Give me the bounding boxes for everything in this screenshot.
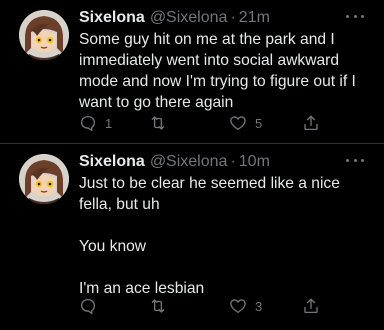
timestamp[interactable]: 10m — [239, 153, 270, 171]
reply-icon — [80, 298, 96, 315]
author-handle[interactable]: @Sixelona — [150, 153, 228, 171]
share-button[interactable] — [302, 296, 320, 316]
timestamp[interactable]: 21m — [239, 9, 270, 27]
separator-dot: · — [230, 9, 236, 26]
tweet-line-blank — [79, 257, 374, 278]
more-options-icon[interactable] — [346, 11, 364, 21]
separator-dot: · — [230, 153, 236, 170]
reply-count: 1 — [105, 115, 113, 131]
retweet-button[interactable] — [148, 296, 176, 316]
like-button[interactable]: 3 — [229, 296, 262, 316]
tweet-text: Some guy hit on me at the park and I imm… — [79, 29, 374, 113]
tweet-line-blank — [79, 215, 374, 236]
tweet-actions: 1 5 — [79, 113, 329, 133]
tweet-header: Sixelona @Sixelona · 10m — [79, 151, 270, 173]
like-count: 3 — [255, 298, 263, 314]
share-icon — [304, 115, 318, 131]
retweet-icon — [151, 116, 165, 130]
tweet-line: You know — [79, 238, 147, 255]
tweet-actions: 3 — [79, 296, 329, 316]
avatar[interactable] — [19, 10, 69, 60]
tweet-line: Just to be clear he seemed like a nice — [79, 175, 340, 192]
tweet-line: Some guy hit on me at the park and I — [79, 31, 335, 48]
tweet[interactable]: Sixelona @Sixelona · 10m Just to be clea… — [0, 144, 384, 330]
retweet-icon — [151, 299, 165, 313]
reply-button[interactable]: 1 — [79, 113, 112, 133]
reply-icon — [80, 115, 96, 132]
tweet[interactable]: Sixelona @Sixelona · 21m Some guy hit on… — [0, 0, 384, 144]
avatar[interactable] — [19, 154, 69, 204]
more-options-icon[interactable] — [346, 155, 364, 165]
tweet-line: want to go there again — [79, 94, 234, 111]
tweet-line: immediately went into social awkward — [79, 52, 339, 69]
author-handle[interactable]: @Sixelona — [150, 9, 228, 27]
share-button[interactable] — [302, 113, 320, 133]
reply-button[interactable] — [79, 296, 105, 316]
tweet-text: Just to be clear he seemed like a nice f… — [79, 173, 374, 299]
heart-icon — [230, 116, 246, 131]
share-icon — [304, 298, 318, 314]
author-name[interactable]: Sixelona — [79, 9, 145, 27]
retweet-button[interactable] — [148, 113, 176, 133]
like-button[interactable]: 5 — [229, 113, 262, 133]
heart-icon — [230, 299, 246, 314]
tweet-line: fella, but uh — [79, 196, 160, 213]
tweet-header: Sixelona @Sixelona · 21m — [79, 7, 270, 29]
like-count: 5 — [255, 115, 263, 131]
author-name[interactable]: Sixelona — [79, 153, 145, 171]
tweet-line: mode and now I'm trying to figure out if… — [79, 73, 356, 90]
